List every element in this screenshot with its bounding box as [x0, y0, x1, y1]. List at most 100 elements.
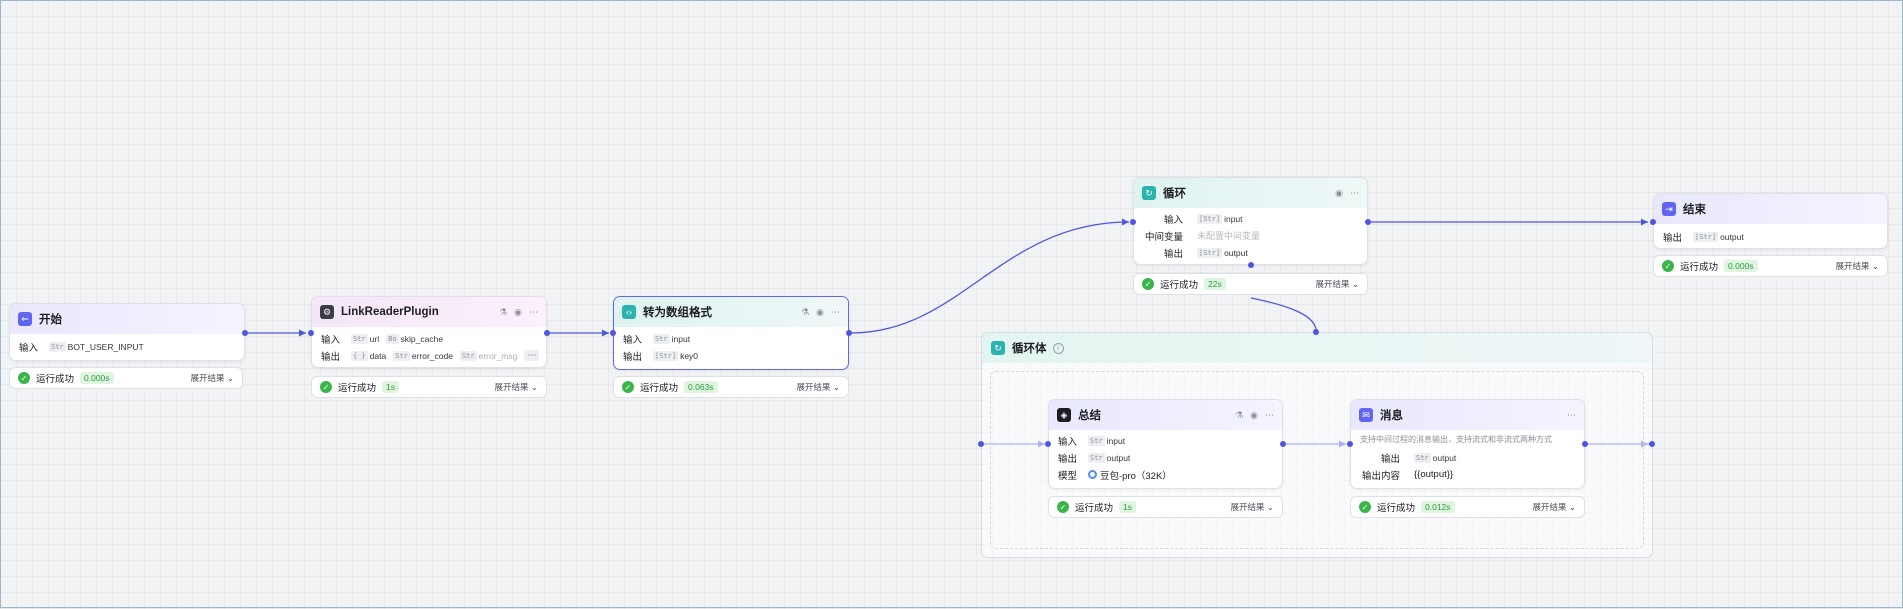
- node-link-reader[interactable]: ⚙ LinkReaderPlugin ⚗ ◉ ⋯ 输入 Str url Bo skip_…: [311, 296, 547, 368]
- port-loop-end[interactable]: [1649, 441, 1655, 447]
- port-out[interactable]: [242, 330, 248, 336]
- expand-result-button[interactable]: 展开结果 ⌄: [1316, 278, 1360, 290]
- port-in[interactable]: [1045, 441, 1051, 447]
- port-out[interactable]: [1280, 441, 1286, 447]
- var-chip: Str error_code: [393, 350, 453, 361]
- output-label: 输出: [1380, 453, 1400, 465]
- port-loop-start[interactable]: [978, 441, 984, 447]
- expand-result-button[interactable]: 展开结果 ⌄: [797, 381, 841, 393]
- run-icon[interactable]: ◉: [816, 307, 824, 318]
- var-chip: { } data: [351, 350, 387, 361]
- edge-loop-body: [1250, 297, 1317, 332]
- run-icon[interactable]: ◉: [1335, 188, 1343, 199]
- debug-icon[interactable]: ⚗: [801, 307, 809, 318]
- loop-body-icon: ↻: [991, 341, 1005, 355]
- port-in[interactable]: [610, 330, 616, 336]
- output-label: 输出: [321, 351, 341, 363]
- port-in[interactable]: [1130, 219, 1136, 225]
- node-title: 总结: [1078, 410, 1101, 422]
- info-icon[interactable]: i: [1052, 342, 1064, 354]
- run-status: ✓ 运行成功 0.000s 展开结果 ⌄: [1653, 255, 1888, 277]
- node-title: 开始: [39, 314, 62, 326]
- workflow-canvas[interactable]: ⇐ 开始 输入 Str BOT_USER_INPUT ✓ 运行成功 0.000s …: [0, 0, 1903, 608]
- node-title: 转为数组格式: [643, 307, 712, 319]
- plugin-icon: ⚙: [320, 305, 334, 319]
- run-time: 1s: [1119, 501, 1136, 513]
- end-icon: ⇥: [1662, 202, 1676, 216]
- model-label: 模型: [1058, 470, 1078, 482]
- var-chip: [Str] output: [1197, 247, 1248, 258]
- port-out[interactable]: [846, 330, 852, 336]
- more-vars-icon[interactable]: ⋯: [524, 350, 540, 361]
- output-label: 输出: [623, 351, 643, 363]
- port-out[interactable]: [1365, 219, 1371, 225]
- more-icon[interactable]: ⋯: [529, 307, 538, 318]
- expand-result-button[interactable]: 展开结果 ⌄: [1231, 501, 1275, 513]
- var-chip: Str output: [1414, 452, 1457, 463]
- content-value: {{output}}: [1414, 469, 1454, 480]
- var-chip: Str output: [1088, 452, 1131, 463]
- debug-icon[interactable]: ⚗: [499, 307, 507, 318]
- mid-var-label: 中间变量: [1144, 231, 1183, 243]
- check-icon: ✓: [320, 381, 332, 393]
- node-title: 消息: [1380, 410, 1403, 422]
- more-icon[interactable]: ⋯: [831, 307, 840, 318]
- input-label: 输入: [321, 334, 341, 346]
- expand-result-button[interactable]: 展开结果 ⌄: [191, 372, 235, 384]
- port-in[interactable]: [1347, 441, 1353, 447]
- run-time: 0.000s: [1724, 260, 1758, 272]
- node-summary[interactable]: ◈ 总结 ⚗ ◉ ⋯ 输入 Str input 输出 Str output 模型 豆包-…: [1048, 399, 1283, 489]
- more-icon[interactable]: ⋯: [1567, 410, 1576, 421]
- port-loop-body[interactable]: [1248, 262, 1254, 268]
- port-out[interactable]: [1582, 441, 1588, 447]
- port-loop-body-in[interactable]: [1313, 329, 1319, 335]
- run-time: 0.063s: [684, 381, 718, 393]
- var-chip: Str url: [351, 333, 380, 344]
- var-chip: [Str] input: [1197, 213, 1243, 224]
- expand-result-button[interactable]: 展开结果 ⌄: [495, 381, 539, 393]
- node-description: 支持中间过程的消息输出，支持流式和非流式两种方式: [1360, 435, 1552, 444]
- node-start[interactable]: ⇐ 开始 输入 Str BOT_USER_INPUT: [9, 303, 245, 361]
- llm-icon: ◈: [1057, 408, 1071, 422]
- port-in[interactable]: [308, 330, 314, 336]
- run-time: 0.012s: [1421, 501, 1455, 513]
- expand-result-button[interactable]: 展开结果 ⌄: [1533, 501, 1577, 513]
- run-status: ✓ 运行成功 1s 展开结果 ⌄: [311, 376, 547, 398]
- node-convert-array[interactable]: ‹› 转为数组格式 ⚗ ◉ ⋯ 输入 Str input 输出 [Str] key0: [613, 296, 849, 370]
- message-icon: ✉: [1359, 408, 1373, 422]
- port-out[interactable]: [544, 330, 550, 336]
- output-label: 输出: [1163, 248, 1183, 260]
- var-chip: Str input: [653, 333, 691, 344]
- node-loop[interactable]: ↻ 循环 ◉ ⋯ 输入 [Str] input 中间变量 未配置中间变量 输出 [S…: [1133, 177, 1368, 265]
- start-icon: ⇐: [18, 312, 32, 326]
- node-title: LinkReaderPlugin: [341, 306, 439, 318]
- input-label: 输入: [623, 334, 643, 346]
- node-end[interactable]: ⇥ 结束 输出 [Str] output: [1653, 193, 1888, 249]
- node-message[interactable]: ✉ 消息 ⋯ 支持中间过程的消息输出，支持流式和非流式两种方式 输出 Str ou…: [1350, 399, 1585, 489]
- var-chip: Str error_msg: [459, 350, 518, 361]
- mid-var-placeholder: 未配置中间变量: [1197, 231, 1261, 241]
- debug-icon[interactable]: ⚗: [1235, 410, 1243, 421]
- input-label: 输入: [1163, 214, 1183, 226]
- output-label: 输入: [19, 342, 39, 354]
- expand-result-button[interactable]: 展开结果 ⌄: [1836, 260, 1880, 272]
- run-icon[interactable]: ◉: [1250, 410, 1258, 421]
- run-status: ✓ 运行成功 1s 展开结果 ⌄: [1048, 496, 1283, 518]
- var-chip: Str input: [1088, 435, 1126, 446]
- loop-icon: ↻: [1142, 186, 1156, 200]
- edge-convert-loop: [850, 221, 1130, 334]
- model-icon: [1088, 470, 1097, 479]
- check-icon: ✓: [622, 381, 634, 393]
- more-icon[interactable]: ⋯: [1265, 410, 1274, 421]
- port-in[interactable]: [1650, 219, 1656, 225]
- var-chip: [Str] output: [1693, 231, 1744, 242]
- input-label: 输入: [1058, 436, 1078, 448]
- output-label: 输出: [1058, 453, 1078, 465]
- run-status: ✓ 运行成功 0.063s 展开结果 ⌄: [613, 376, 849, 398]
- check-icon: ✓: [1142, 278, 1154, 290]
- run-icon[interactable]: ◉: [514, 307, 522, 318]
- run-status: ✓ 运行成功 0.012s 展开结果 ⌄: [1350, 496, 1585, 518]
- more-icon[interactable]: ⋯: [1350, 188, 1359, 199]
- check-icon: ✓: [18, 372, 30, 384]
- content-label: 输出内容: [1361, 470, 1400, 482]
